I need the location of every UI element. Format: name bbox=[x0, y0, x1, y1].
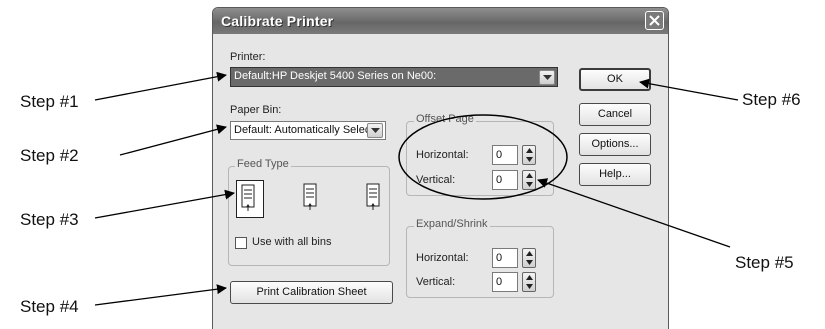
step-6-label: Step #6 bbox=[742, 90, 801, 109]
step5-arrow bbox=[537, 178, 731, 248]
step6-arrow bbox=[639, 78, 739, 101]
step-2-label: Step #2 bbox=[20, 146, 79, 165]
step-5-label: Step #5 bbox=[735, 253, 794, 272]
step-1-label: Step #1 bbox=[20, 92, 79, 111]
step1-arrow bbox=[94, 71, 227, 101]
offset-highlight-circle bbox=[398, 114, 568, 200]
step2-arrow bbox=[119, 124, 227, 156]
step-3-label: Step #3 bbox=[20, 210, 79, 229]
step3-arrow bbox=[94, 189, 235, 219]
callout-overlay bbox=[94, 71, 739, 306]
step-4-label: Step #4 bbox=[20, 297, 79, 316]
step4-arrow bbox=[94, 284, 227, 306]
